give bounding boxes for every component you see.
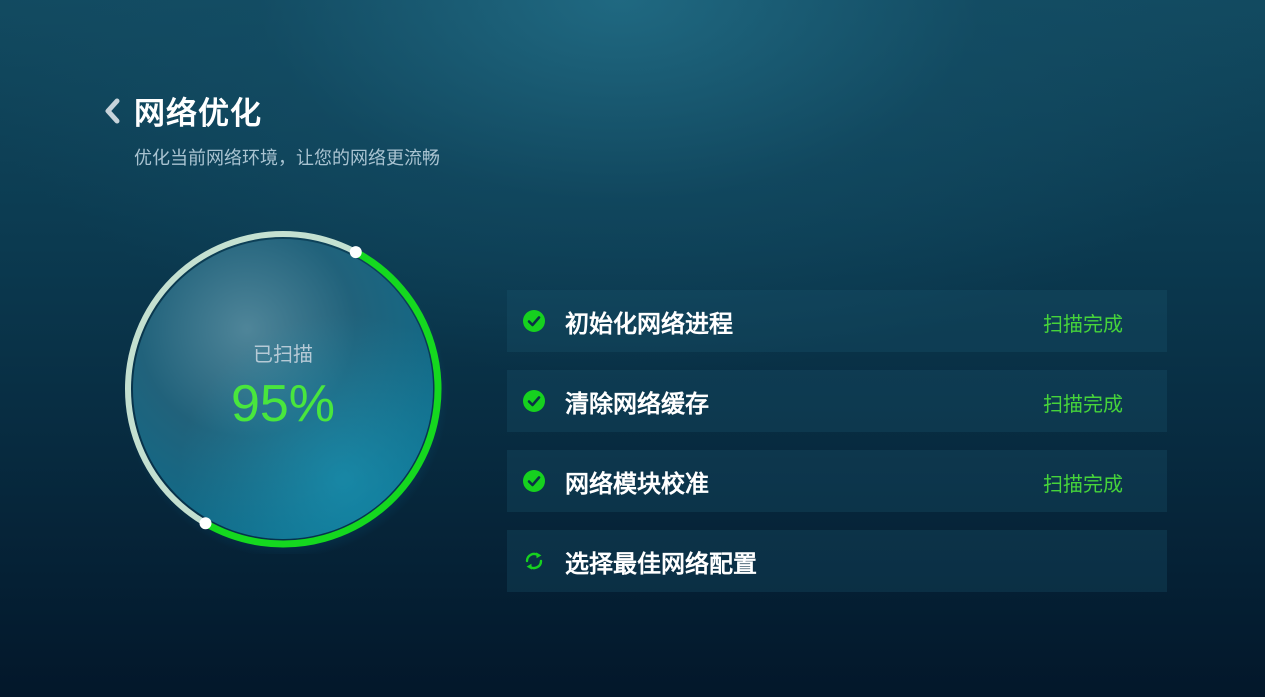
task-label: 清除网络缓存 [565,390,709,418]
task-list: 初始化网络进程 扫描完成 清除网络缓存 扫描完成 网络模块校准 扫描完成 选择最… [507,290,1167,610]
gauge-percentage: 95% [230,375,336,433]
task-label: 初始化网络进程 [565,310,733,338]
task-row-network-module-calibration: 网络模块校准 扫描完成 [507,450,1167,512]
task-status: 扫描完成 [1043,312,1123,336]
task-status: 扫描完成 [1043,472,1123,496]
task-row-select-best-network-config: 选择最佳网络配置 [507,530,1167,592]
page-subtitle: 优化当前网络环境，让您的网络更流畅 [134,148,440,169]
chevron-left-icon[interactable] [100,93,126,129]
refresh-icon [525,552,543,570]
check-circle-icon [523,390,545,412]
page-title: 网络优化 [134,96,262,132]
gauge-arc-end-dot [199,517,212,530]
check-circle-icon [523,310,545,332]
scan-progress-gauge: 已扫描 95% [118,224,448,554]
task-label: 选择最佳网络配置 [565,550,757,578]
task-row-clear-network-cache: 清除网络缓存 扫描完成 [507,370,1167,432]
gauge-arc-start-dot [349,246,362,259]
check-circle-icon [523,470,545,492]
back-button[interactable] [100,93,126,129]
gauge-label: 已扫描 [253,342,313,366]
task-status: 扫描完成 [1043,392,1123,416]
task-label: 网络模块校准 [565,470,709,498]
task-row-init-network-process: 初始化网络进程 扫描完成 [507,290,1167,352]
